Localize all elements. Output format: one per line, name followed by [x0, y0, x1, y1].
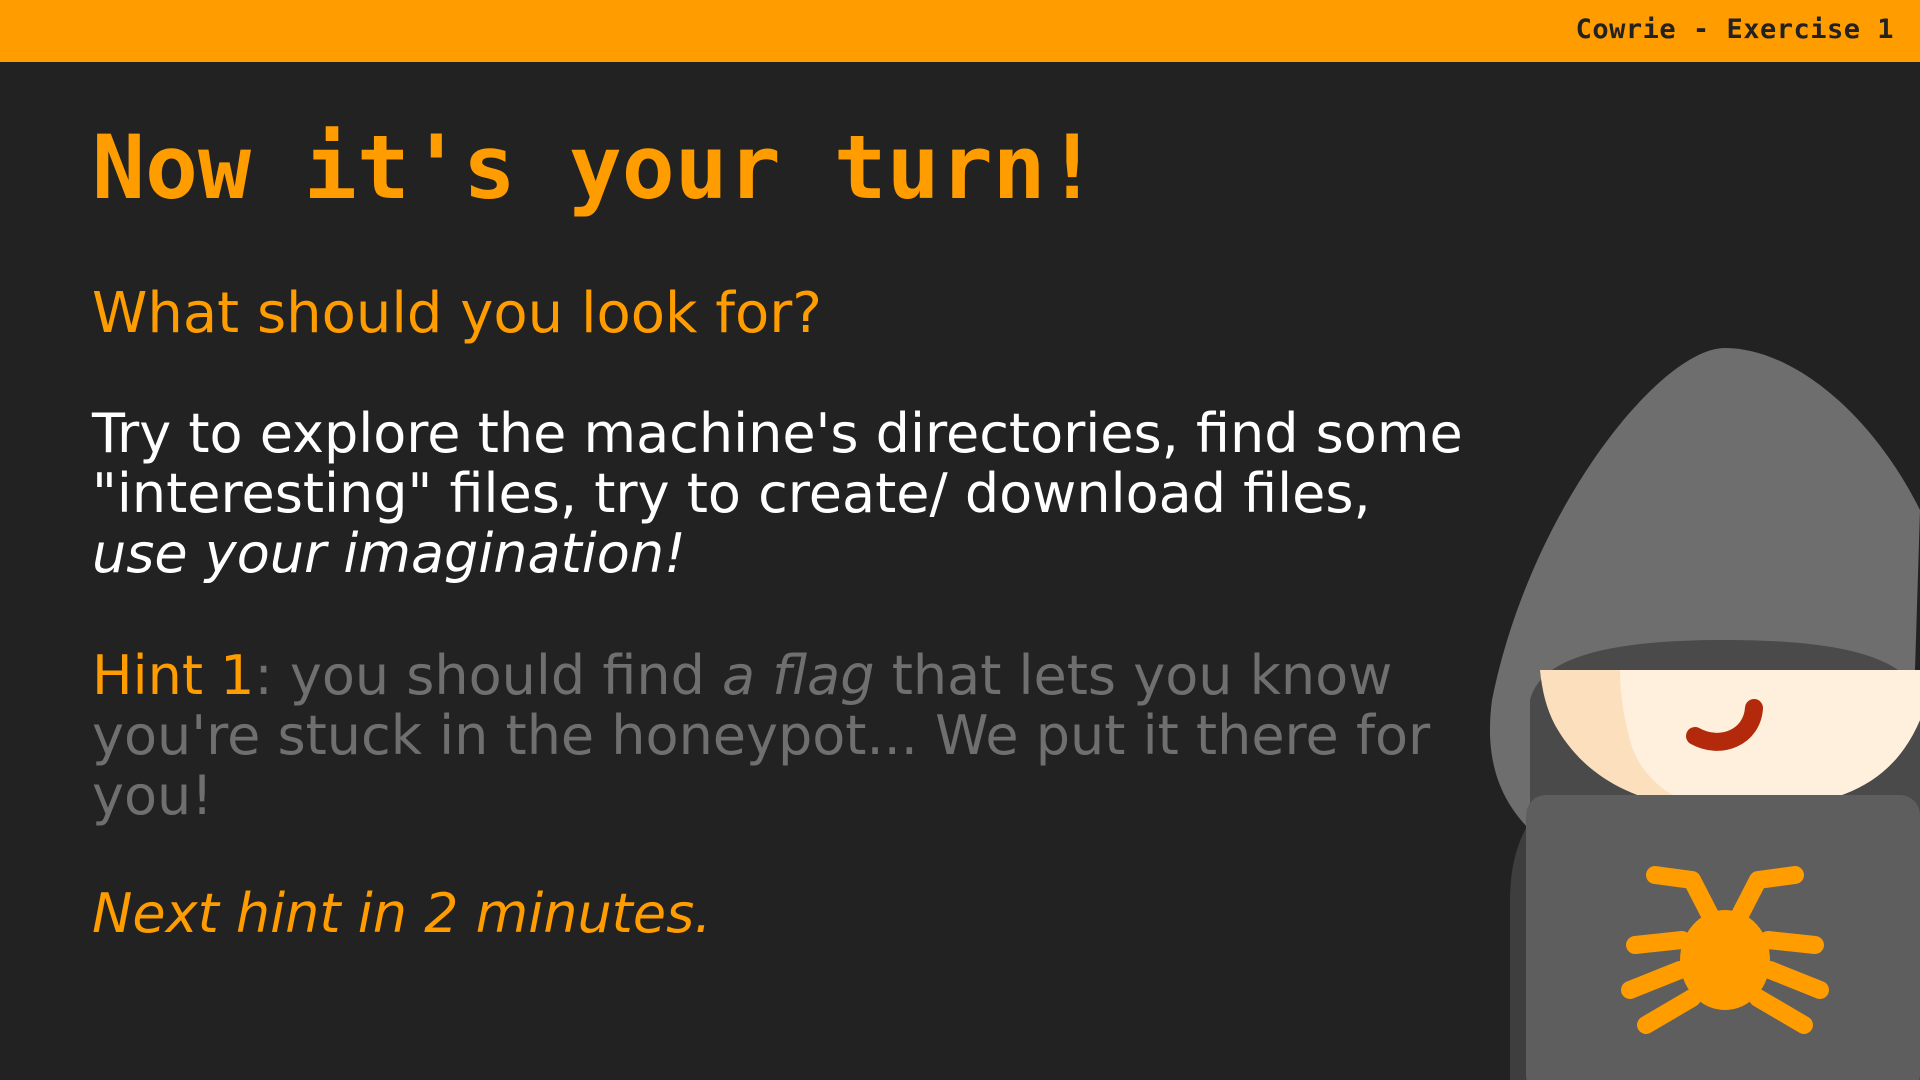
instructions-emphasis: use your imagination! — [92, 522, 686, 585]
question-text: What should you look for? — [92, 281, 822, 346]
slide-header-title: Cowrie - Exercise 1 — [1575, 14, 1894, 45]
instructions-paragraph: Try to explore the machine's directories… — [92, 404, 1472, 584]
hint-paragraph: Hint 1: you should find a flag that lets… — [92, 646, 1492, 826]
slide-heading: Now it's your turn! — [92, 116, 1099, 219]
hooded-hacker-icon — [1489, 348, 1920, 1080]
hint-emphasis: a flag — [722, 644, 875, 707]
hint-text-before: : you should find — [254, 644, 723, 707]
header-bar: Cowrie - Exercise 1 — [0, 0, 1920, 62]
next-hint-text: Next hint in 2 minutes. — [92, 882, 712, 945]
instructions-text: Try to explore the machine's directories… — [92, 402, 1463, 525]
hint-label: Hint 1 — [92, 644, 255, 707]
